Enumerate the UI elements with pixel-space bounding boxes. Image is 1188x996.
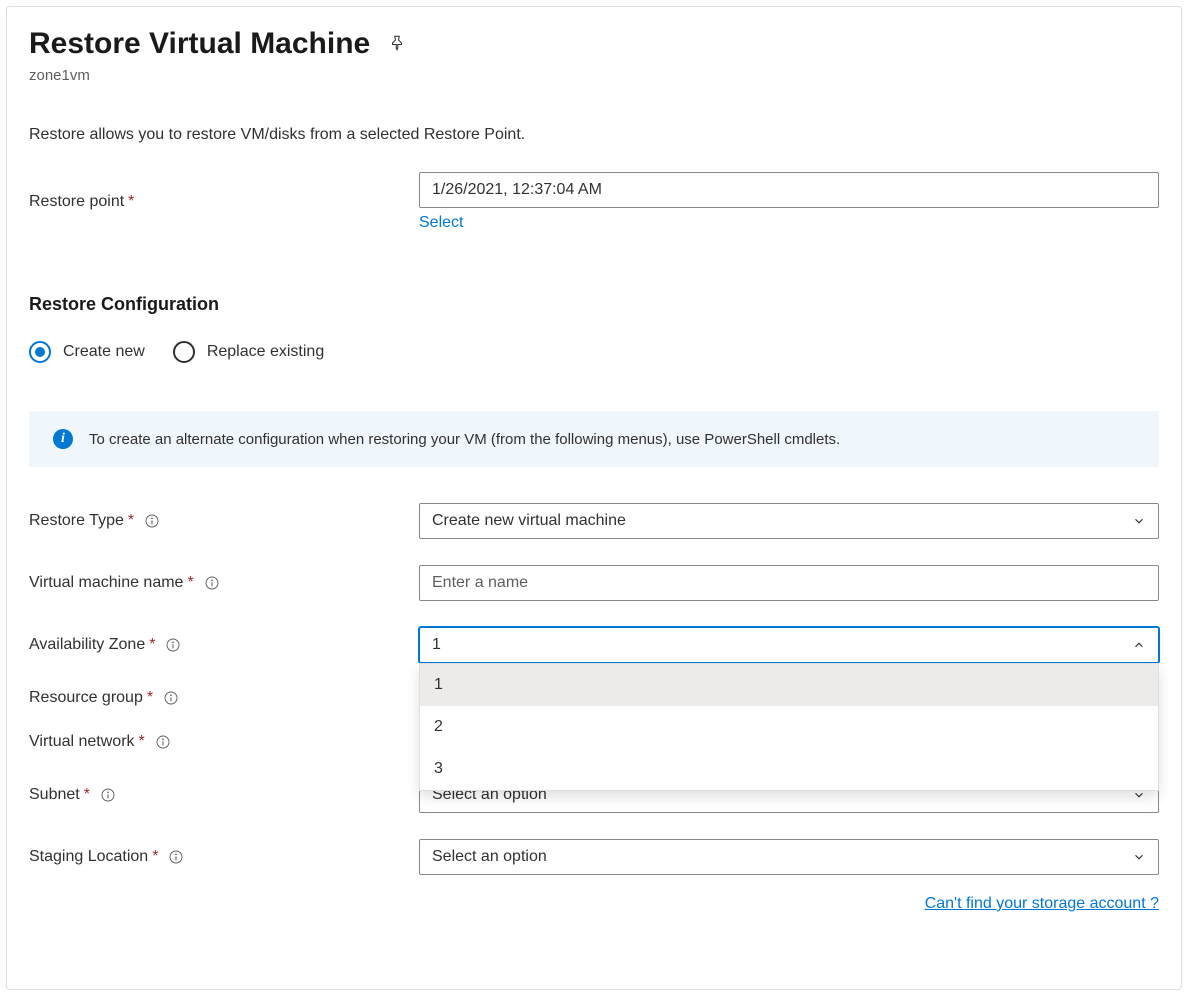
chevron-down-icon	[1132, 850, 1146, 864]
required-asterisk: *	[147, 689, 153, 707]
vm-name-row: Virtual machine name *	[29, 565, 1159, 601]
staging-location-row: Staging Location * Select an option	[29, 839, 1159, 875]
required-asterisk: *	[139, 733, 145, 751]
info-circle-icon[interactable]	[100, 787, 116, 803]
required-asterisk: *	[128, 193, 134, 211]
chevron-down-icon	[1132, 514, 1146, 528]
vm-name-label: Virtual machine name *	[29, 574, 419, 592]
info-circle-icon[interactable]	[155, 734, 171, 750]
staging-location-value: Select an option	[432, 848, 547, 866]
header-row: Restore Virtual Machine	[29, 27, 1159, 61]
radio-replace-existing-label: Replace existing	[207, 343, 324, 361]
info-icon: i	[53, 429, 73, 449]
availability-zone-select[interactable]: 1	[419, 627, 1159, 663]
restore-config-heading: Restore Configuration	[29, 294, 1159, 315]
info-banner: i To create an alternate configuration w…	[29, 411, 1159, 467]
subnet-label: Subnet *	[29, 786, 419, 804]
restore-form: Restore Type * Create new virtual machin…	[29, 503, 1159, 913]
storage-help-row: Can't find your storage account ?	[29, 889, 1159, 913]
restore-point-input-col: 1/26/2021, 12:37:04 AM Select	[419, 172, 1159, 232]
restore-point-label: Restore point *	[29, 193, 419, 211]
resource-group-label-text: Resource group	[29, 689, 143, 707]
availability-zone-row: Availability Zone * 1 1 2 3	[29, 627, 1159, 663]
availability-zone-option-1[interactable]: 1	[420, 664, 1158, 706]
required-asterisk: *	[149, 636, 155, 654]
restore-point-value: 1/26/2021, 12:37:04 AM	[432, 181, 602, 199]
availability-zone-option-3[interactable]: 3	[420, 748, 1158, 790]
availability-zone-label-text: Availability Zone	[29, 636, 145, 654]
restore-vm-panel: Restore Virtual Machine zone1vm Restore …	[6, 6, 1182, 990]
restore-config-radios: Create new Replace existing	[29, 341, 1159, 363]
staging-location-label: Staging Location *	[29, 848, 419, 866]
radio-replace-existing[interactable]: Replace existing	[173, 341, 324, 363]
availability-zone-option-2[interactable]: 2	[420, 706, 1158, 748]
page-title: Restore Virtual Machine	[29, 27, 370, 61]
resource-group-label: Resource group *	[29, 689, 419, 707]
required-asterisk: *	[187, 574, 193, 592]
restore-point-row: Restore point * 1/26/2021, 12:37:04 AM S…	[29, 172, 1159, 232]
availability-zone-value: 1	[432, 636, 441, 654]
staging-location-label-text: Staging Location	[29, 848, 148, 866]
info-circle-icon[interactable]	[204, 575, 220, 591]
page-subtitle: zone1vm	[29, 67, 1159, 84]
restore-type-row: Restore Type * Create new virtual machin…	[29, 503, 1159, 539]
pin-icon[interactable]	[388, 34, 406, 55]
availability-zone-label: Availability Zone *	[29, 636, 419, 654]
radio-create-new[interactable]: Create new	[29, 341, 145, 363]
radio-create-new-label: Create new	[63, 343, 145, 361]
vm-name-label-text: Virtual machine name	[29, 574, 183, 592]
restore-type-select[interactable]: Create new virtual machine	[419, 503, 1159, 539]
restore-description: Restore allows you to restore VM/disks f…	[29, 126, 1159, 144]
restore-type-value: Create new virtual machine	[432, 512, 626, 530]
virtual-network-label-text: Virtual network	[29, 733, 135, 751]
restore-type-label: Restore Type *	[29, 512, 419, 530]
staging-location-select[interactable]: Select an option	[419, 839, 1159, 875]
info-circle-icon[interactable]	[165, 637, 181, 653]
virtual-network-label: Virtual network *	[29, 733, 419, 751]
select-restore-point-link[interactable]: Select	[419, 214, 463, 232]
radio-replace-existing-indicator	[173, 341, 195, 363]
info-circle-icon[interactable]	[144, 513, 160, 529]
info-circle-icon[interactable]	[168, 849, 184, 865]
info-banner-text: To create an alternate configuration whe…	[89, 431, 840, 448]
restore-point-label-text: Restore point	[29, 193, 124, 211]
restore-point-input[interactable]: 1/26/2021, 12:37:04 AM	[419, 172, 1159, 208]
chevron-up-icon	[1132, 638, 1146, 652]
availability-zone-dropdown: 1 2 3	[419, 663, 1159, 791]
required-asterisk: *	[84, 786, 90, 804]
subnet-label-text: Subnet	[29, 786, 80, 804]
info-circle-icon[interactable]	[163, 690, 179, 706]
restore-type-label-text: Restore Type	[29, 512, 124, 530]
storage-account-help-link[interactable]: Can't find your storage account ?	[925, 895, 1159, 913]
required-asterisk: *	[152, 848, 158, 866]
vm-name-input[interactable]	[419, 565, 1159, 601]
radio-create-new-indicator	[29, 341, 51, 363]
required-asterisk: *	[128, 512, 134, 530]
